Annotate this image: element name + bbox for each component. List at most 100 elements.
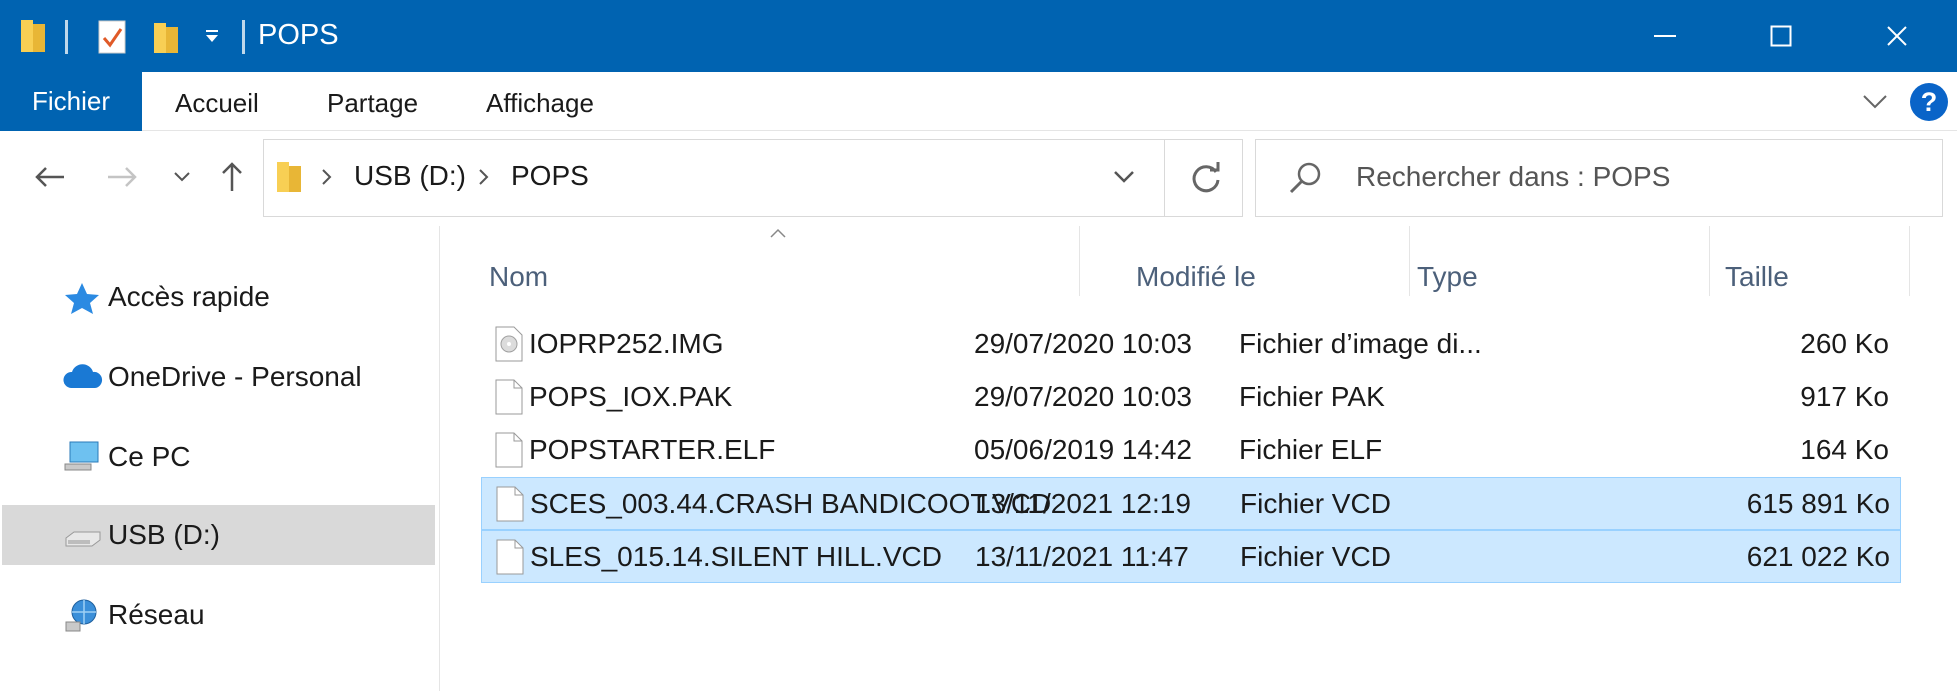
toolbar-separator	[242, 20, 245, 54]
table-row[interactable]: POPS_IOX.PAK 29/07/2020 10:03 Fichier PAK 9…	[481, 371, 1901, 424]
customize-toolbar-icon[interactable]	[198, 18, 226, 56]
sidebar-item-network[interactable]: Réseau	[2, 585, 435, 645]
properties-icon[interactable]	[96, 18, 128, 56]
back-button[interactable]	[28, 155, 72, 199]
close-icon	[1887, 26, 1907, 46]
breadcrumb-usb-drive[interactable]: USB (D:)	[354, 160, 466, 192]
file-name: SLES_015.14.SILENT HILL.VCD	[530, 541, 942, 572]
sidebar-item-label: OneDrive - Personal	[108, 361, 362, 392]
computer-icon	[62, 440, 102, 474]
file-modified: 29/07/2020 10:03	[974, 328, 1192, 359]
toolbar-separator	[65, 20, 68, 54]
search-box[interactable]: Rechercher dans : POPS	[1255, 139, 1943, 217]
up-button[interactable]	[210, 155, 254, 199]
new-folder-icon[interactable]	[150, 18, 182, 56]
column-divider[interactable]	[1709, 226, 1710, 296]
usb-drive-icon	[62, 518, 102, 552]
window-title: POPS	[258, 19, 339, 51]
table-row[interactable]: IOPRP252.IMG 29/07/2020 10:03 Fichier d’im…	[481, 318, 1901, 371]
folder-icon	[276, 160, 302, 199]
sidebar-item-usb-drive[interactable]: USB (D:)	[2, 505, 435, 565]
sidebar-item-onedrive[interactable]: OneDrive - Personal	[2, 347, 435, 407]
file-name: POPS_IOX.PAK	[529, 381, 733, 412]
file-modified: 29/07/2020 10:03	[974, 381, 1192, 412]
column-header-size[interactable]: Taille	[1711, 244, 1911, 314]
sidebar-item-label: Réseau	[108, 599, 205, 630]
column-header-label: Nom	[489, 261, 549, 292]
tab-affichage[interactable]: Affichage	[486, 88, 594, 119]
help-button[interactable]: ?	[1910, 83, 1948, 121]
file-list: Nom Modifié le Type Taille IOPRP252.IMG 2…	[441, 226, 1957, 691]
search-icon	[1288, 160, 1324, 201]
table-row[interactable]: SLES_015.14.SILENT HILL.VCD 13/11/2021 11…	[481, 530, 1901, 583]
forward-button[interactable]	[100, 155, 144, 199]
close-button[interactable]	[1839, 0, 1955, 72]
search-input[interactable]: Rechercher dans : POPS	[1356, 161, 1670, 193]
chevron-right-icon[interactable]	[319, 167, 333, 192]
file-type: Fichier ELF	[1239, 434, 1383, 465]
chevron-down-icon	[1114, 171, 1134, 183]
maximize-icon	[1770, 25, 1792, 47]
address-divider	[1164, 140, 1165, 216]
sort-ascending-icon	[769, 226, 787, 244]
address-bar[interactable]: USB (D:) POPS	[263, 139, 1243, 217]
breadcrumb-pops[interactable]: POPS	[511, 160, 589, 192]
column-header-label: Type	[1417, 261, 1478, 292]
column-divider[interactable]	[1909, 226, 1910, 296]
table-row[interactable]: SCES_003.44.CRASH BANDICOOT.VCD 13/11/202…	[481, 477, 1901, 530]
address-history-dropdown[interactable]	[1112, 167, 1136, 192]
tab-fichier[interactable]: Fichier	[0, 72, 142, 131]
sidebar-item-label: Accès rapide	[108, 281, 270, 312]
file-name: POPSTARTER.ELF	[529, 434, 776, 465]
column-header-label: Taille	[1725, 261, 1789, 292]
ribbon-tabs: Fichier Accueil Partage Affichage ?	[0, 72, 1957, 131]
file-type: Fichier d’image di...	[1239, 328, 1482, 359]
star-icon	[62, 280, 102, 314]
file-icon	[495, 432, 523, 468]
network-icon	[62, 598, 102, 632]
tab-partage[interactable]: Partage	[327, 88, 418, 119]
arrow-right-icon	[108, 167, 137, 187]
column-header-label: Modifié le	[1136, 261, 1256, 292]
cloud-icon	[62, 360, 103, 394]
sidebar-item-label: Ce PC	[108, 441, 191, 472]
refresh-icon	[1192, 162, 1220, 193]
sidebar-item-quick-access[interactable]: Accès rapide	[2, 267, 435, 327]
file-icon	[495, 379, 523, 415]
arrow-left-icon	[35, 167, 64, 187]
minimize-button[interactable]	[1607, 0, 1723, 72]
file-size: 917 Ko	[1800, 381, 1889, 412]
sidebar-item-this-pc[interactable]: Ce PC	[2, 427, 435, 487]
table-row[interactable]: POPSTARTER.ELF 05/06/2019 14:42 Fichier EL…	[481, 424, 1901, 477]
file-type: Fichier VCD	[1240, 488, 1391, 519]
file-type: Fichier PAK	[1239, 381, 1385, 412]
file-name: IOPRP252.IMG	[529, 328, 724, 359]
navigation-pane: Accès rapide OneDrive - Personal Ce PC U…	[0, 226, 440, 691]
file-modified: 13/11/2021 11:47	[975, 541, 1189, 572]
sidebar-item-label: USB (D:)	[108, 519, 220, 550]
folder-icon	[18, 18, 48, 54]
column-header-type[interactable]: Type	[1411, 244, 1711, 314]
navigation-bar: USB (D:) POPS Rechercher dans : POPS	[0, 131, 1957, 226]
file-name: SCES_003.44.CRASH BANDICOOT.VCD	[530, 488, 1052, 519]
file-size: 260 Ko	[1800, 328, 1889, 359]
recent-locations-button[interactable]	[160, 155, 204, 199]
column-header-name[interactable]: Nom	[481, 244, 1121, 314]
maximize-button[interactable]	[1723, 0, 1839, 72]
minimize-icon	[1654, 35, 1676, 37]
tab-accueil[interactable]: Accueil	[175, 88, 259, 119]
column-divider[interactable]	[1409, 226, 1410, 296]
column-divider[interactable]	[1079, 226, 1080, 296]
column-header-modified[interactable]: Modifié le	[1081, 244, 1411, 314]
disc-image-icon	[495, 326, 523, 362]
file-size: 615 891 Ko	[1746, 488, 1890, 519]
refresh-button[interactable]	[1188, 160, 1224, 201]
chevron-right-icon[interactable]	[476, 167, 490, 192]
arrow-up-icon	[222, 162, 242, 191]
expand-ribbon-icon[interactable]	[1858, 86, 1892, 116]
file-type: Fichier VCD	[1240, 541, 1391, 572]
title-bar: POPS	[0, 0, 1957, 72]
file-icon	[496, 539, 524, 575]
file-size: 621 022 Ko	[1746, 541, 1890, 572]
file-modified: 05/06/2019 14:42	[974, 434, 1192, 465]
